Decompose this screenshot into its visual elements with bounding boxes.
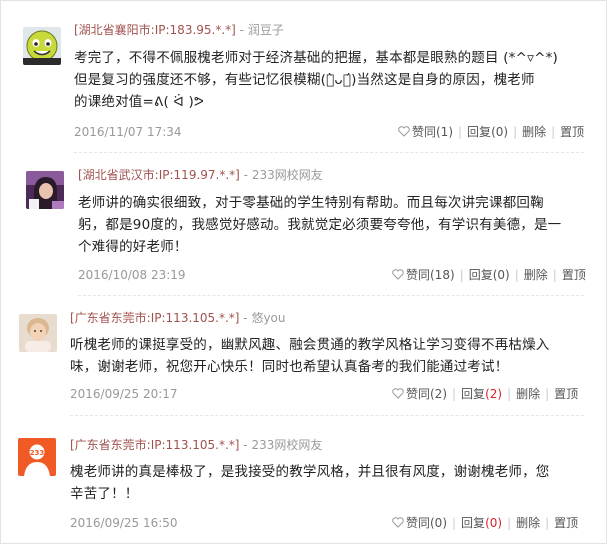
divider-pipe: | [552, 268, 557, 282]
location-ip: [广东省东莞市:IP:113.105.*.*] [70, 311, 240, 325]
divider-pipe: | [452, 516, 457, 530]
comment-text: 槐老师讲的真是棒极了，是我接受的教学风格，并且很有风度，谢谢槐老师，您 辛苦了！… [70, 464, 550, 502]
reply-count: (0) [491, 125, 509, 139]
location-ip: [广东省东莞市:IP:113.105.*.*] [70, 438, 240, 452]
reply-button[interactable]: 回复(2) [461, 387, 502, 401]
comment-meta: [湖北省武汉市:IP:119.97.*.*] - 233网校网友 [78, 168, 323, 182]
delete-button[interactable]: 删除 [516, 516, 540, 530]
username[interactable]: 悠you [251, 311, 285, 325]
heart-icon [392, 517, 404, 528]
delete-button[interactable]: 删除 [522, 125, 546, 139]
username[interactable]: 润豆子 [248, 23, 284, 37]
like-button[interactable]: 赞同(2) [392, 387, 447, 401]
comment-text: 考完了，不得不佩服槐老师对于经济基础的把握，基本都是眼熟的题目 (*^▿^*) … [74, 50, 559, 110]
avatar[interactable] [23, 27, 61, 65]
reply-count: (2) [485, 387, 503, 401]
divider-pipe: | [545, 387, 550, 401]
reply-button[interactable]: 回复(0) [467, 125, 508, 139]
username[interactable]: 233网校网友 [252, 168, 323, 182]
divider-pipe: | [551, 125, 556, 139]
comment-meta: [广东省东莞市:IP:113.105.*.*] - 233网校网友 [70, 438, 323, 452]
like-button[interactable]: 赞同(1) [398, 125, 453, 139]
avatar[interactable]: 233 [18, 438, 56, 476]
like-button[interactable]: 赞同(18) [392, 268, 455, 282]
comment-divider [74, 152, 584, 153]
delete-button[interactable]: 删除 [524, 268, 548, 282]
pin-top-button[interactable]: 置顶 [562, 268, 586, 282]
reply-button[interactable]: 回复(0) [461, 516, 502, 530]
like-button[interactable]: 赞同(0) [392, 516, 447, 530]
233-logo-avatar: 233 [18, 438, 56, 476]
divider-pipe: | [507, 387, 512, 401]
divider-pipe: | [458, 125, 463, 139]
comment-date: 2016/11/07 17:34 [74, 125, 182, 139]
comment-divider [70, 415, 584, 416]
avatar[interactable] [19, 314, 57, 352]
username[interactable]: 233网校网友 [251, 438, 322, 452]
comment-date: 2016/10/08 23:19 [78, 268, 186, 282]
comment-meta: [湖北省襄阳市:IP:183.95.*.*] - 润豆子 [74, 23, 284, 37]
green-mascot-avatar [23, 27, 61, 65]
location-ip: [湖北省襄阳市:IP:183.95.*.*] [74, 23, 236, 37]
reply-count: (0) [485, 516, 503, 530]
reply-count: (0) [492, 268, 510, 282]
avatar[interactable] [26, 171, 64, 209]
comment-date: 2016/09/25 20:17 [70, 387, 178, 401]
divider-pipe: | [514, 268, 519, 282]
comment-divider [78, 295, 584, 296]
child-photo-avatar [19, 314, 57, 352]
comment-text: 听槐老师的课挺享受的，幽默风趣、融会贯通的教学风格让学习变得不再枯燥入 味，谢谢… [70, 337, 550, 375]
divider-pipe: | [452, 387, 457, 401]
divider-pipe: | [545, 516, 550, 530]
delete-button[interactable]: 删除 [516, 387, 540, 401]
pin-top-button[interactable]: 置顶 [560, 125, 584, 139]
divider-pipe: | [459, 268, 464, 282]
heart-icon [392, 269, 404, 280]
pin-top-button[interactable]: 置顶 [554, 516, 578, 530]
divider-pipe: | [507, 516, 512, 530]
heart-icon [392, 388, 404, 399]
comment-date: 2016/09/25 16:50 [70, 516, 178, 530]
heart-icon [398, 126, 410, 137]
location-ip: [湖北省武汉市:IP:119.97.*.*] [78, 168, 240, 182]
pin-top-button[interactable]: 置顶 [554, 387, 578, 401]
comment-list: [湖北省襄阳市:IP:183.95.*.*] - 润豆子 考完了，不得不佩服槐老… [0, 0, 607, 544]
purple-girl-avatar [26, 171, 64, 209]
svg-text:233: 233 [30, 449, 45, 457]
comment-text: 老师讲的确实很细致，对于零基础的学生特别有帮助。而且每次讲完课都回鞠 躬，都是9… [78, 195, 562, 255]
reply-button[interactable]: 回复(0) [469, 268, 510, 282]
divider-pipe: | [513, 125, 518, 139]
comment-meta: [广东省东莞市:IP:113.105.*.*] - 悠you [70, 311, 286, 325]
